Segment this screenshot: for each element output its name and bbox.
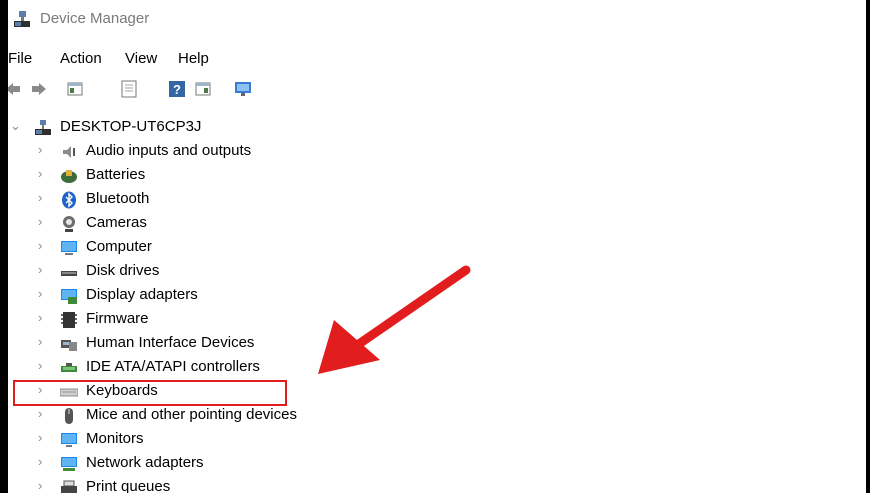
tree-item-batteries[interactable]: › Batteries <box>8 164 408 188</box>
toolbar: ? <box>8 76 308 106</box>
device-manager-icon <box>14 11 30 27</box>
mouse-icon <box>65 408 73 424</box>
battery-icon <box>61 170 77 183</box>
tree-item-label: Human Interface Devices <box>86 334 255 351</box>
ide-controller-icon <box>61 363 77 372</box>
menu-action[interactable]: Action <box>60 50 102 67</box>
tree-item-audio[interactable]: › Audio inputs and outputs <box>8 140 408 164</box>
bluetooth-icon <box>62 191 76 209</box>
network-adapter-icon <box>61 457 77 471</box>
tree-item-label: Computer <box>86 238 152 255</box>
tree-item-monitors[interactable]: › Monitors <box>8 428 408 452</box>
show-hide-tree-icon[interactable] <box>66 80 84 98</box>
help-icon[interactable]: ? <box>168 80 186 98</box>
chevron-right-icon[interactable]: › <box>38 214 42 229</box>
window-title: Device Manager <box>40 10 150 27</box>
monitor-scan-icon[interactable] <box>234 80 252 98</box>
chevron-right-icon[interactable]: › <box>38 262 42 277</box>
properties-icon[interactable] <box>120 80 138 98</box>
tree-item-label: Cameras <box>86 214 147 231</box>
tree-item-label: Audio inputs and outputs <box>86 142 252 159</box>
tree-item-cameras[interactable]: › Cameras <box>8 212 408 236</box>
tree-item-computer[interactable]: › Computer <box>8 236 408 260</box>
tree-item-label: IDE ATA/ATAPI controllers <box>86 358 260 375</box>
chevron-right-icon[interactable]: › <box>38 454 42 469</box>
tree-item-bluetooth[interactable]: › Bluetooth <box>8 188 408 212</box>
chevron-right-icon[interactable]: › <box>38 286 42 301</box>
action-pane-icon[interactable] <box>194 80 212 98</box>
tree-root-label: DESKTOP-UT6CP3J <box>60 118 202 135</box>
chevron-right-icon[interactable]: › <box>38 406 42 421</box>
tree-item-network-adapters[interactable]: › Network adapters <box>8 452 408 476</box>
chevron-right-icon[interactable]: › <box>38 310 42 325</box>
keyboards-highlight-box <box>13 380 287 406</box>
tree-item-mice[interactable]: › Mice and other pointing devices <box>8 404 408 428</box>
computer-icon <box>61 241 77 255</box>
chevron-right-icon[interactable]: › <box>38 166 42 181</box>
tree-item-label: Batteries <box>86 166 146 183</box>
menu-file[interactable]: File <box>8 50 32 67</box>
tree-item-label: Print queues <box>86 478 171 493</box>
computer-network-icon <box>35 120 51 135</box>
disk-drive-icon <box>61 271 77 276</box>
chevron-right-icon[interactable]: › <box>38 142 42 157</box>
forward-arrow-icon[interactable] <box>30 80 48 98</box>
chevron-right-icon[interactable]: › <box>38 358 42 373</box>
speaker-icon <box>63 146 75 158</box>
tree-item-label: Firmware <box>86 310 149 327</box>
chevron-right-icon[interactable]: › <box>38 430 42 445</box>
tree-item-label: Mice and other pointing devices <box>86 406 297 423</box>
tree-item-label: Disk drives <box>86 262 160 279</box>
chevron-right-icon[interactable]: › <box>38 190 42 205</box>
camera-icon <box>63 216 75 232</box>
printer-icon <box>61 480 77 493</box>
tree-item-label: Display adapters <box>86 286 198 303</box>
chevron-right-icon[interactable]: › <box>38 238 42 253</box>
menu-view[interactable]: View <box>125 50 157 67</box>
red-arrow-annotation <box>318 265 471 374</box>
tree-item-label: Monitors <box>86 430 144 447</box>
monitor-icon <box>61 433 77 447</box>
hid-icon <box>61 340 77 351</box>
menu-help[interactable]: Help <box>178 50 209 67</box>
chevron-right-icon[interactable]: › <box>38 334 42 349</box>
tree-item-label: Bluetooth <box>86 190 150 207</box>
back-arrow-icon[interactable] <box>8 80 22 98</box>
chevron-right-icon[interactable]: › <box>38 478 42 493</box>
title-bar: Device Manager <box>8 0 870 38</box>
display-adapter-icon <box>61 289 77 304</box>
tree-item-print-queues[interactable]: › Print queues <box>8 476 408 493</box>
chevron-down-icon[interactable]: ⌄ <box>10 118 21 134</box>
tree-item-label: Network adapters <box>86 454 204 471</box>
device-manager-window: Device Manager File Action View Help ? ⌄… <box>8 0 870 493</box>
firmware-icon <box>61 312 77 328</box>
tree-root[interactable]: ⌄ DESKTOP-UT6CP3J <box>8 116 408 140</box>
right-border <box>866 0 870 493</box>
svg-text:?: ? <box>173 82 181 97</box>
